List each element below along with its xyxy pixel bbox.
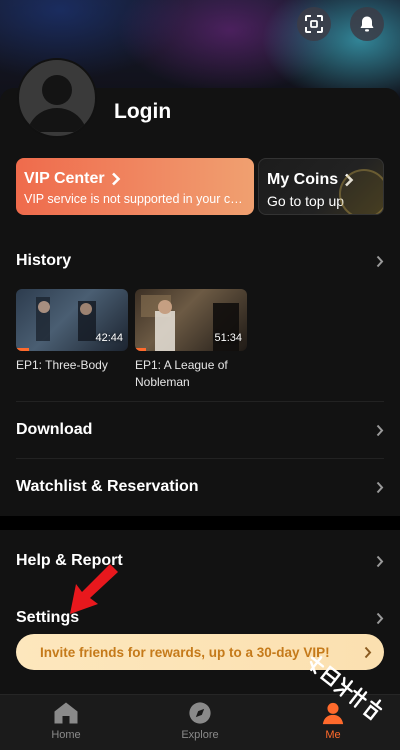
vip-center-subtitle: VIP service is not supported in your cou… — [24, 192, 246, 206]
chevron-right-icon — [364, 646, 372, 658]
nav-tab-home[interactable]: Home — [36, 701, 96, 741]
chevron-right-icon — [376, 481, 384, 493]
section-gap — [0, 516, 400, 530]
divider — [16, 401, 384, 402]
divider — [16, 458, 384, 459]
person-icon — [322, 702, 344, 725]
invite-friends-banner[interactable]: Invite friends for rewards, up to a 30-d… — [16, 634, 384, 670]
home-icon — [54, 702, 78, 724]
watch-progress-bar — [16, 348, 30, 351]
login-label[interactable]: Login — [114, 100, 171, 124]
history-item-title[interactable]: EP1: Three-Body — [16, 357, 128, 374]
avatar[interactable] — [17, 58, 97, 138]
history-label: History — [16, 252, 72, 269]
nav-label-explore: Explore — [181, 729, 219, 741]
chevron-right-icon — [376, 555, 384, 567]
chevron-right-icon — [376, 255, 384, 267]
notification-button[interactable] — [350, 7, 384, 41]
nav-tab-explore[interactable]: Explore — [170, 701, 230, 741]
bottom-navigation: Home Explore Me — [0, 694, 400, 750]
scan-icon — [305, 15, 323, 33]
nav-tab-me[interactable]: Me — [303, 701, 363, 741]
my-coins-title: My Coins — [267, 171, 339, 188]
my-coins-card[interactable]: My Coins Go to top up — [258, 158, 384, 215]
invite-banner-text: Invite friends for rewards, up to a 30-d… — [40, 644, 330, 660]
watchlist-label: Watchlist & Reservation — [16, 478, 199, 495]
watchlist-row[interactable]: Watchlist & Reservation — [16, 472, 384, 502]
scan-button[interactable] — [297, 7, 331, 41]
video-duration: 51:34 — [214, 332, 242, 344]
download-label: Download — [16, 421, 93, 438]
compass-icon — [189, 702, 211, 724]
nav-label-me: Me — [325, 729, 341, 741]
history-row[interactable]: History — [16, 246, 384, 276]
history-item-title[interactable]: EP1: A League of Nobleman — [135, 357, 247, 391]
bell-icon — [360, 16, 374, 32]
vip-center-title: VIP Center — [24, 170, 105, 187]
history-thumbnail[interactable]: 51:34 — [135, 289, 247, 351]
nav-label-home: Home — [51, 729, 81, 741]
red-arrow-annotation — [70, 564, 118, 614]
video-duration: 42:44 — [95, 332, 123, 344]
history-thumbnail[interactable]: 42:44 — [16, 289, 128, 351]
download-row[interactable]: Download — [16, 415, 384, 445]
chevron-right-icon — [111, 172, 120, 186]
chevron-right-icon — [376, 424, 384, 436]
chevron-right-icon — [376, 612, 384, 624]
default-avatar-icon — [27, 75, 87, 132]
watch-progress-bar — [135, 348, 147, 351]
coin-decoration — [339, 169, 383, 214]
vip-center-card[interactable]: VIP Center VIP service is not supported … — [16, 158, 254, 215]
